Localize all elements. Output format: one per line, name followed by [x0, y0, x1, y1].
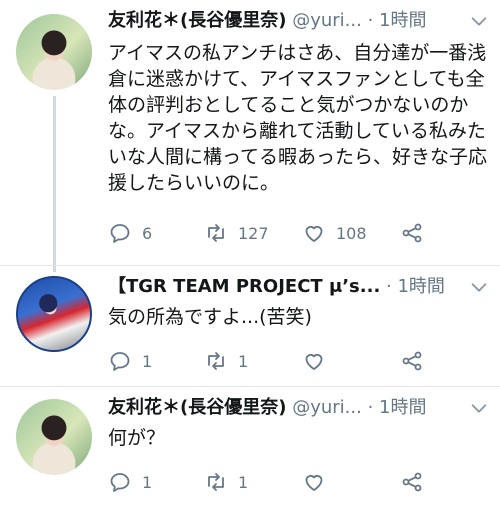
like-button[interactable] — [302, 346, 336, 376]
chevron-down-icon[interactable] — [468, 397, 490, 419]
display-name[interactable]: 友利花＊(長谷優里奈) — [108, 397, 286, 418]
like-button[interactable] — [302, 467, 336, 497]
reply-icon — [110, 473, 130, 492]
separator-dot: · — [367, 397, 374, 418]
user-handle[interactable]: @yuri... — [292, 397, 362, 418]
timestamp[interactable]: 1時間 — [379, 10, 426, 31]
avatar[interactable] — [16, 276, 92, 352]
share-button[interactable] — [400, 346, 424, 376]
tweet-text: 何が？ — [108, 427, 166, 449]
reply-button[interactable]: 1 — [108, 467, 152, 497]
retweet-icon — [208, 224, 224, 242]
reply-icon — [110, 352, 130, 371]
retweet-count: 1 — [238, 472, 249, 492]
reply-icon — [110, 224, 130, 243]
share-button[interactable] — [400, 467, 424, 497]
reply-count: 6 — [142, 223, 153, 243]
avatar[interactable] — [16, 14, 92, 90]
retweet-icon — [208, 473, 224, 491]
share-icon — [402, 223, 422, 243]
tweet-header: 友利花＊(長谷優里奈) @yuri... · 1時間 — [108, 393, 488, 423]
reply-count: 1 — [142, 472, 153, 492]
share-button[interactable] — [400, 218, 424, 248]
tweet-header: 【TGR TEAM PROJECT μ’s... · 1時間 — [108, 272, 488, 302]
tweet-header: 友利花＊(長谷優里奈) @yuri... · 1時間 — [108, 6, 488, 36]
like-count: 108 — [336, 223, 367, 243]
retweet-button[interactable]: 1 — [204, 346, 248, 376]
retweet-icon — [208, 352, 224, 370]
tweet-actions: 1 1 — [108, 467, 492, 497]
tweet-text: アイマスの私アンチはさあ、自分達が一番浅倉に迷惑かけて、アイマスファンとしても全… — [108, 42, 488, 194]
share-icon — [402, 472, 422, 492]
timeline: 友利花＊(長谷優里奈) @yuri... · 1時間 アイマスの私アンチはさあ、… — [0, 0, 500, 509]
tweet-actions: 6 127 108 — [108, 218, 492, 248]
avatar[interactable] — [16, 399, 92, 475]
retweet-count: 1 — [238, 351, 249, 371]
separator-dot: · — [386, 276, 392, 297]
reply-button[interactable]: 1 — [108, 346, 152, 376]
display-name[interactable]: 【TGR TEAM PROJECT μ’s... — [108, 276, 380, 297]
timestamp[interactable]: 1時間 — [379, 397, 426, 418]
like-icon — [305, 226, 323, 242]
retweet-count: 127 — [238, 223, 269, 243]
retweet-button[interactable]: 1 — [204, 467, 248, 497]
like-button[interactable]: 108 — [302, 218, 367, 248]
tweet-actions: 1 1 — [108, 346, 492, 376]
retweet-button[interactable]: 127 — [204, 218, 269, 248]
reply-button[interactable]: 6 — [108, 218, 152, 248]
tweet-text: 気の所為ですよ...(苦笑) — [108, 306, 312, 328]
chevron-down-icon[interactable] — [468, 10, 490, 32]
reply-count: 1 — [142, 351, 153, 371]
separator-dot: · — [367, 10, 374, 31]
share-icon — [402, 351, 422, 371]
like-icon — [305, 475, 323, 491]
chevron-down-icon[interactable] — [468, 276, 490, 298]
tweet-2[interactable]: 【TGR TEAM PROJECT μ’s... · 1時間 気の所為ですよ..… — [0, 266, 500, 386]
timestamp[interactable]: 1時間 — [397, 276, 444, 297]
display-name[interactable]: 友利花＊(長谷優里奈) — [108, 10, 286, 31]
tweet-1[interactable]: 友利花＊(長谷優里奈) @yuri... · 1時間 アイマスの私アンチはさあ、… — [0, 0, 500, 265]
user-handle[interactable]: @yuri... — [292, 10, 362, 31]
like-icon — [305, 354, 323, 370]
tweet-3[interactable]: 友利花＊(長谷優里奈) @yuri... · 1時間 何が？ 1 1 — [0, 387, 500, 509]
